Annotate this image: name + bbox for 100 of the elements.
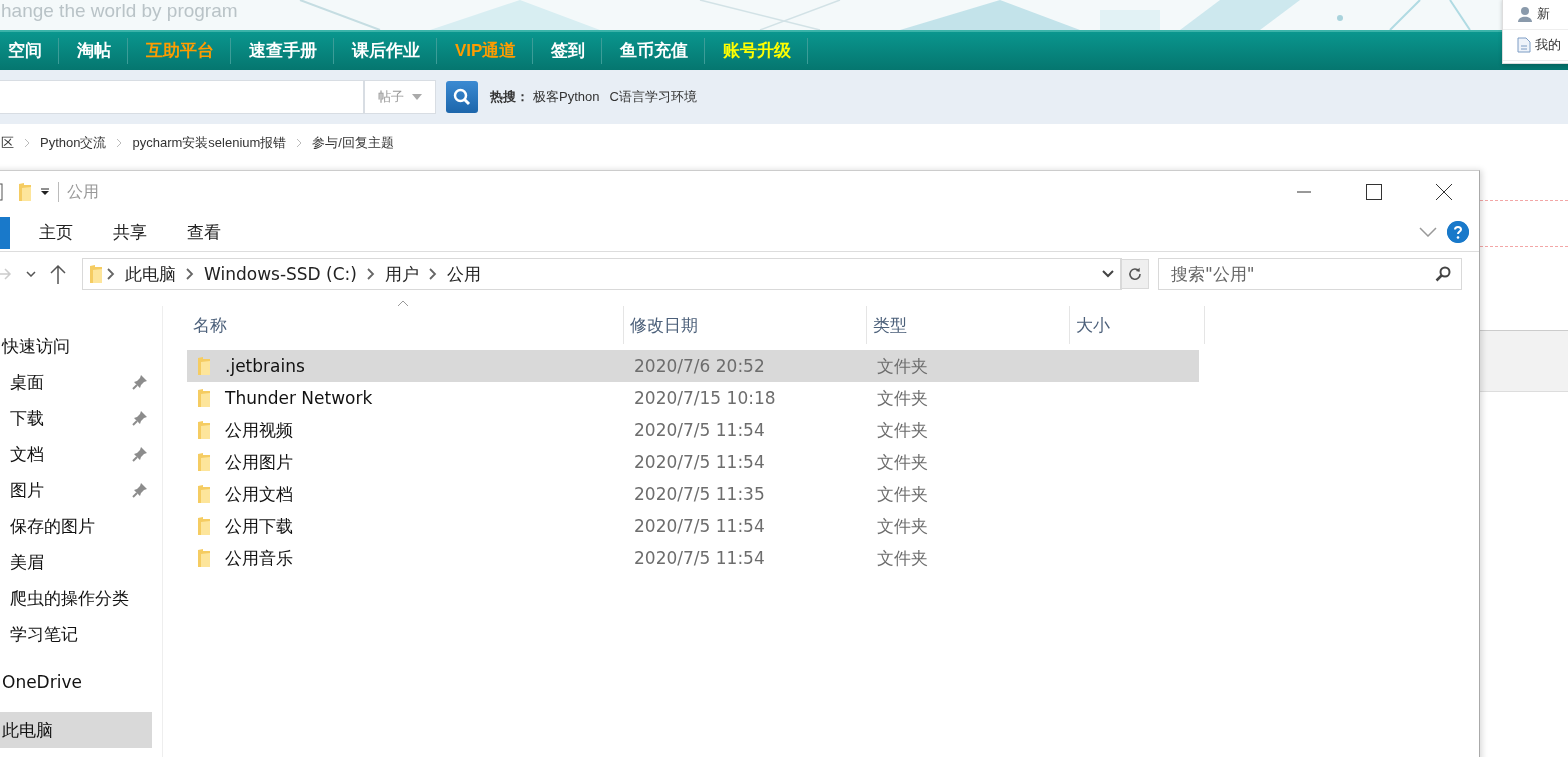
chevron-right-icon[interactable] (366, 268, 375, 280)
chevron-down-icon[interactable] (26, 271, 36, 277)
address-segment[interactable]: 用户 (384, 262, 419, 286)
hot-search-label: 热搜： (490, 88, 529, 106)
file-row[interactable]: 公用图片 2020/7/5 11:54 文件夹 (187, 446, 1199, 478)
file-type: 文件夹 (876, 386, 929, 410)
nav-pane-item[interactable]: 桌面 (0, 364, 152, 400)
nav-link[interactable]: 鱼币充值 (620, 38, 706, 64)
nav-link[interactable]: 空间 (8, 38, 59, 64)
search-icon (1435, 266, 1451, 282)
file-row[interactable]: 公用文档 2020/7/5 11:35 文件夹 (187, 478, 1199, 510)
up-arrow-icon[interactable] (50, 264, 66, 284)
hot-search-link[interactable]: C语言学习环境 (609, 88, 697, 106)
modified-date: 2020/7/5 11:54 (633, 516, 766, 536)
nav-pane-item[interactable]: 美眉 (0, 544, 152, 580)
file-row[interactable]: 公用视频 2020/7/5 11:54 文件夹 (187, 414, 1199, 446)
ribbon-tab[interactable]: 主页 (39, 220, 93, 244)
file-type: 文件夹 (876, 546, 929, 570)
folder-icon (197, 388, 211, 408)
menu-item[interactable]: 我的 (1503, 30, 1568, 61)
maximize-icon (1366, 184, 1382, 200)
address-segment[interactable]: 公用 (446, 262, 481, 286)
dropdown-icon[interactable] (40, 188, 50, 196)
file-row[interactable]: .jetbrains 2020/7/6 20:52 文件夹 (187, 350, 1199, 382)
search-field[interactable]: 搜索"公用" (1158, 258, 1462, 290)
nav-pane-item[interactable]: OneDrive (0, 664, 152, 700)
nav-link[interactable]: 淘帖 (77, 38, 128, 64)
address-bar[interactable]: 此电脑 Windows-SSD (C:) 用户 公用 (82, 258, 1122, 290)
nav-pane-item[interactable]: 下载 (0, 400, 152, 436)
column-header[interactable]: 大小 (1070, 306, 1205, 344)
file-type: 文件夹 (876, 450, 929, 474)
column-header[interactable]: 类型 (867, 306, 1070, 344)
chevron-right-icon (116, 138, 123, 148)
nav-pane-item[interactable]: 图片 (0, 472, 152, 508)
ribbon-tab[interactable]: 查看 (187, 220, 241, 244)
column-header[interactable]: 名称 (187, 306, 624, 344)
breadcrumb-link[interactable]: Python交流 (40, 134, 107, 152)
breadcrumb-link[interactable]: 区 (1, 134, 14, 152)
chevron-right-icon (296, 138, 303, 148)
file-name: .jetbrains (225, 356, 305, 376)
file-name: Thunder Network (225, 388, 373, 408)
search-icon (453, 88, 471, 106)
modified-date: 2020/7/5 11:54 (633, 420, 766, 440)
file-type: 文件夹 (876, 418, 929, 442)
chevron-right-icon[interactable] (107, 268, 115, 280)
help-icon[interactable] (1447, 221, 1469, 243)
nav-pane-item[interactable]: 此电脑 (0, 712, 152, 748)
breadcrumb-link[interactable]: 参与/回复主题 (312, 134, 394, 152)
folder-icon (18, 182, 32, 202)
modified-date: 2020/7/5 11:35 (633, 484, 766, 504)
breadcrumb-link[interactable]: pycharm安装selenium报错 (132, 134, 287, 152)
caret-icon (412, 94, 422, 100)
modified-date: 2020/7/15 10:18 (633, 388, 777, 408)
hot-search-link[interactable]: 极客Python (533, 88, 600, 106)
window-title: 公用 (58, 182, 99, 202)
folder-icon (197, 548, 211, 568)
file-type: 文件夹 (876, 482, 929, 506)
nav-link[interactable]: 签到 (551, 38, 603, 64)
nav-pane-item[interactable]: 快速访问 (0, 328, 152, 364)
nav-link[interactable]: 速查手册 (249, 38, 334, 64)
file-name: 公用下载 (225, 514, 293, 538)
folder-icon (89, 264, 103, 284)
minimize-icon (1297, 191, 1311, 193)
file-row[interactable]: 公用下载 2020/7/5 11:54 文件夹 (187, 510, 1199, 542)
modified-date: 2020/7/6 20:52 (633, 356, 766, 376)
file-type: 文件夹 (876, 514, 929, 538)
file-name: 公用音乐 (225, 546, 293, 570)
folder-icon (197, 516, 211, 536)
file-name: 公用视频 (225, 418, 293, 442)
folder-icon (197, 356, 211, 376)
address-segment[interactable]: 此电脑 (125, 262, 176, 286)
modified-date: 2020/7/5 11:54 (633, 452, 766, 472)
file-row[interactable]: Thunder Network 2020/7/15 10:18 文件夹 (187, 382, 1199, 414)
ribbon-tab[interactable]: 共享 (113, 220, 167, 244)
nav-pane-item[interactable]: 保存的图片 (0, 508, 152, 544)
file-name: 公用图片 (225, 450, 293, 474)
file-type: 文件夹 (876, 354, 929, 378)
nav-pane-item[interactable]: 学习笔记 (0, 616, 152, 652)
column-header[interactable]: 修改日期 (624, 306, 867, 344)
chevron-right-icon[interactable] (186, 268, 194, 280)
modified-date: 2020/7/5 11:54 (633, 548, 766, 568)
nav-pane-item[interactable]: 爬虫的操作分类 (0, 580, 152, 616)
menu-item[interactable]: 新 (1503, 0, 1568, 30)
folder-icon (197, 484, 211, 504)
user-icon (1517, 6, 1533, 22)
folder-icon (197, 452, 211, 472)
chevron-right-icon (24, 138, 30, 148)
chevron-down-icon[interactable] (1102, 270, 1114, 278)
nav-pane-item[interactable]: 文档 (0, 436, 152, 472)
chevron-right-icon[interactable] (428, 268, 437, 280)
refresh-button[interactable] (1121, 259, 1149, 289)
refresh-icon (1128, 265, 1142, 283)
search-button[interactable] (446, 81, 478, 113)
folder-icon (197, 420, 211, 440)
nav-link[interactable]: 账号升级 (723, 38, 809, 64)
file-row[interactable]: 公用音乐 2020/7/5 11:54 文件夹 (187, 542, 1199, 574)
search-field[interactable] (0, 80, 364, 114)
nav-link[interactable]: 课后作业 (352, 38, 437, 64)
address-segment[interactable]: Windows-SSD (C:) (204, 264, 357, 284)
document-icon (1517, 37, 1531, 53)
